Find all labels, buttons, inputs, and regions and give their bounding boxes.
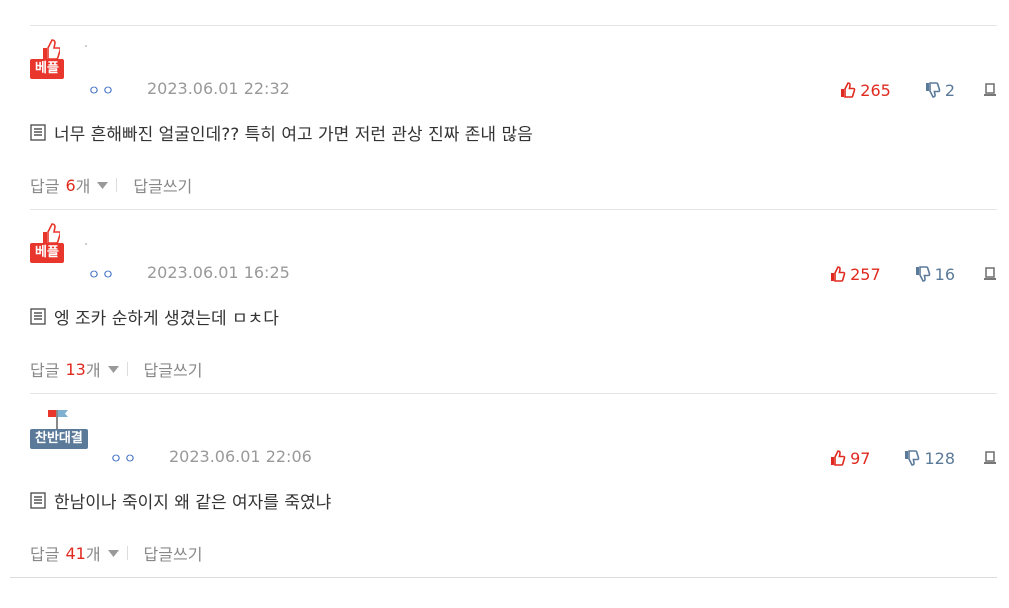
- comment-divider: [30, 209, 997, 210]
- reply-label: 답글: [30, 545, 60, 564]
- reply-count: 41: [65, 543, 86, 563]
- vote-group: 265 2: [840, 79, 997, 101]
- vote-group: 97 128: [830, 447, 997, 469]
- top-divider: [30, 25, 997, 26]
- reply-label: 답글: [30, 177, 60, 196]
- downvote-icon: [915, 266, 930, 282]
- upvote-icon: [831, 266, 846, 282]
- report-button[interactable]: [983, 83, 997, 97]
- upvote-button[interactable]: 97: [830, 449, 870, 468]
- flag-icon: [48, 410, 68, 430]
- document-icon: [30, 492, 46, 509]
- best-badge: 베플: [30, 222, 72, 270]
- comment-item: 베플 ㅇㅇ 2023.06.01 22:32 265 2 너무 흔해빠진 얼굴인…: [30, 38, 997, 222]
- report-button[interactable]: [983, 451, 997, 465]
- debate-badge: 찬반대결: [30, 406, 88, 454]
- reply-suffix: 개: [85, 361, 101, 380]
- comment-body: 너무 흔해빠진 얼굴인데?? 특히 여고 가면 저런 관상 진짜 존내 많음: [54, 125, 533, 145]
- write-reply-link[interactable]: 답글쓰기: [133, 173, 192, 197]
- comment-divider: [30, 393, 997, 394]
- timestamp: 2023.06.01 22:06: [169, 447, 312, 466]
- upvote-icon: [841, 82, 856, 98]
- reply-count: 13: [65, 359, 86, 379]
- upvote-count: 257: [850, 264, 881, 284]
- downvote-button[interactable]: 16: [915, 265, 955, 284]
- thumbs-up-icon: [43, 39, 60, 60]
- upvote-count: 97: [850, 448, 871, 468]
- timestamp: 2023.06.01 16:25: [147, 263, 290, 282]
- write-reply-link[interactable]: 답글쓰기: [144, 541, 203, 565]
- document-icon: [30, 124, 46, 141]
- badge-label: 찬반대결: [30, 429, 88, 449]
- downvote-icon: [925, 82, 941, 98]
- caret-down-icon: [107, 549, 119, 557]
- reply-bar: 답글 41 개 답글쓰기: [30, 541, 202, 565]
- comment-text: 한남이나 죽이지 왜 같은 여자를 죽였냐: [30, 488, 331, 513]
- reply-toggle[interactable]: 답글 6 개: [30, 173, 116, 197]
- reply-toggle[interactable]: 답글 13 개: [30, 357, 127, 381]
- comment-text: 너무 흔해빠진 얼굴인데?? 특히 여고 가면 저런 관상 진짜 존내 많음: [30, 120, 533, 145]
- username[interactable]: ㅇㅇ: [110, 448, 138, 467]
- reply-count: 6: [65, 175, 76, 195]
- divider: [126, 546, 128, 560]
- bottom-divider: [10, 577, 997, 578]
- downvote-count: 2: [944, 80, 955, 100]
- reply-toggle[interactable]: 답글 41 개: [30, 541, 127, 565]
- comment-item: 찬반대결 ㅇㅇ 2023.06.01 22:06 97 128 한남이나 죽이지…: [30, 406, 997, 590]
- badge-label: 베플: [30, 243, 64, 263]
- divider: [126, 362, 128, 376]
- thumbs-up-icon: [43, 223, 60, 244]
- username[interactable]: ㅇㅇ: [88, 264, 116, 283]
- caret-down-icon: [97, 181, 109, 189]
- upvote-button[interactable]: 265: [840, 81, 891, 100]
- comment-body: 한남이나 죽이지 왜 같은 여자를 죽였냐: [54, 493, 332, 513]
- reply-label: 답글: [30, 361, 60, 380]
- username[interactable]: ㅇㅇ: [88, 80, 116, 99]
- downvote-count: 128: [924, 448, 955, 468]
- report-icon: [984, 83, 996, 96]
- comment-item: 베플 ㅇㅇ 2023.06.01 16:25 257 16 엥 조카 순하게 생…: [30, 222, 997, 406]
- vote-group: 257 16: [830, 263, 997, 285]
- reply-bar: 답글 6 개 답글쓰기: [30, 173, 192, 197]
- reply-bar: 답글 13 개 답글쓰기: [30, 357, 202, 381]
- comment-text: 엥 조카 순하게 생겼는데 ㅁㅊ다: [30, 304, 279, 329]
- report-icon: [984, 451, 996, 464]
- report-icon: [984, 267, 996, 280]
- upvote-icon: [831, 450, 846, 466]
- reply-suffix: 개: [75, 177, 91, 196]
- timestamp: 2023.06.01 22:32: [147, 79, 290, 98]
- report-button[interactable]: [983, 267, 997, 281]
- comment-body: 엥 조카 순하게 생겼는데 ㅁㅊ다: [54, 309, 279, 329]
- downvote-icon: [905, 450, 920, 466]
- upvote-button[interactable]: 257: [830, 265, 881, 284]
- caret-down-icon: [107, 365, 119, 373]
- best-badge: 베플: [30, 38, 72, 86]
- document-icon: [30, 308, 46, 325]
- badge-label: 베플: [30, 59, 64, 79]
- downvote-button[interactable]: 2: [925, 81, 955, 100]
- upvote-count: 265: [860, 80, 891, 100]
- write-reply-link[interactable]: 답글쓰기: [144, 357, 203, 381]
- downvote-count: 16: [934, 264, 955, 284]
- reply-suffix: 개: [85, 545, 101, 564]
- divider: [116, 178, 118, 192]
- downvote-button[interactable]: 128: [904, 449, 955, 468]
